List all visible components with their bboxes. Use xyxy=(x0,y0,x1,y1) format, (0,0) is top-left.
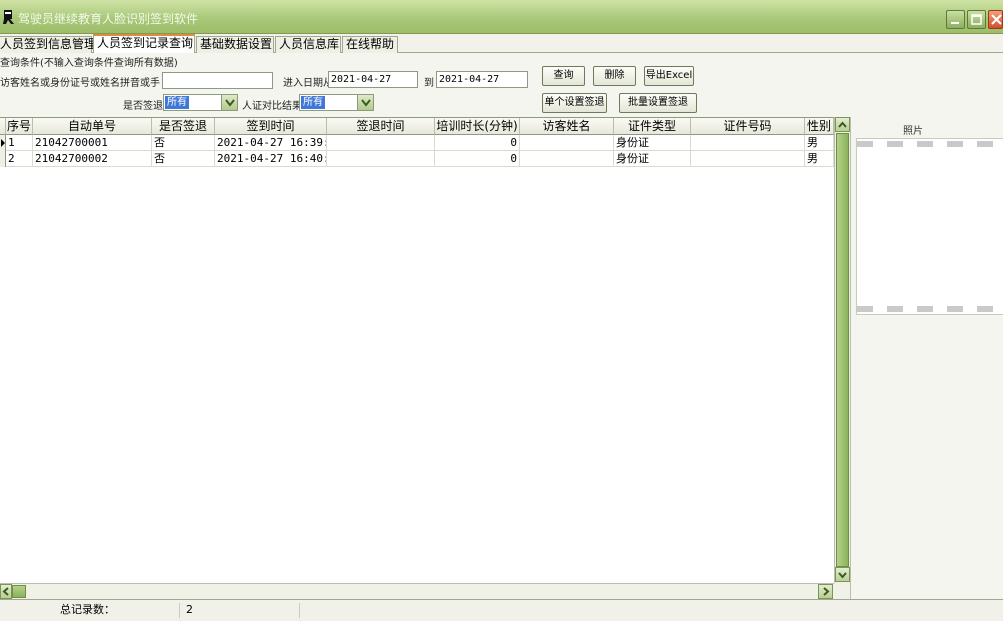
table-row[interactable]: 1 21042700001 否 2021-04-27 16:39:42 0 身份… xyxy=(0,135,834,151)
status-bar: 总记录数： 2 xyxy=(0,599,1003,621)
cell-id-no[interactable] xyxy=(691,135,805,151)
chevron-right-icon xyxy=(823,587,830,596)
export-excel-button[interactable]: 导出Excel xyxy=(644,66,694,86)
scroll-left-button[interactable] xyxy=(0,584,12,599)
photo-bottom-border xyxy=(857,306,1003,312)
table-row[interactable]: 2 21042700002 否 2021-04-27 16:40:27 0 身份… xyxy=(0,151,834,167)
visitor-label: 访客姓名或身份证号或姓名拼音或手 xyxy=(0,78,160,89)
scroll-right-button[interactable] xyxy=(818,584,833,599)
delete-button[interactable]: 删除 xyxy=(593,66,636,86)
photo-top-border xyxy=(857,141,1003,147)
col-header-gender[interactable]: 性别 xyxy=(805,118,834,135)
single-signout-button[interactable]: 单个设置签退 xyxy=(542,93,607,113)
grid-header: 序号 自动单号 是否签退 签到时间 签退时间 培训时长(分钟) 访客姓名 证件类… xyxy=(0,118,834,135)
minimize-button[interactable] xyxy=(946,10,965,29)
photo-label: 照片 xyxy=(903,126,923,137)
signout-filter-value: 所有 xyxy=(165,96,189,109)
photo-panel: 照片 xyxy=(850,117,1003,599)
grid-horizontal-scrollbar[interactable] xyxy=(0,583,834,599)
cell-duration[interactable]: 0 xyxy=(435,135,520,151)
app-icon xyxy=(3,10,14,24)
horizontal-scroll-thumb[interactable] xyxy=(12,585,26,598)
cell-id-no[interactable] xyxy=(691,151,805,167)
total-records-value: 2 xyxy=(180,603,300,618)
maximize-icon xyxy=(971,14,982,25)
cell-order-no[interactable]: 21042700001 xyxy=(33,135,152,151)
window-title: 驾驶员继续教育人脸识别签到软件 xyxy=(18,12,199,26)
tab-online-help[interactable]: 在线帮助 xyxy=(342,36,398,53)
tab-basic-settings[interactable]: 基础数据设置 xyxy=(196,36,274,53)
title-bar: 驾驶员继续教育人脸识别签到软件 xyxy=(0,0,1003,34)
cell-gender[interactable]: 男 xyxy=(805,151,834,167)
cell-signout-time[interactable] xyxy=(327,135,435,151)
chevron-down-icon[interactable] xyxy=(357,95,373,110)
query-panel: 查询条件(不输入查询条件查询所有数据) 访客姓名或身份证号或姓名拼音或手 进入日… xyxy=(0,53,1003,117)
vertical-scroll-thumb[interactable] xyxy=(836,133,849,567)
cell-name[interactable] xyxy=(520,151,614,167)
cell-seq[interactable]: 2 xyxy=(6,151,33,167)
compare-filter-select[interactable]: 所有 xyxy=(299,94,374,111)
minimize-icon xyxy=(951,22,959,24)
chevron-left-icon xyxy=(2,587,9,596)
maximize-button[interactable] xyxy=(967,10,986,29)
col-header-duration[interactable]: 培训时长(分钟) xyxy=(435,118,520,135)
cell-signed-out[interactable]: 否 xyxy=(152,135,215,151)
scroll-down-button[interactable] xyxy=(835,567,850,582)
date-to-input[interactable]: 2021-04-27 xyxy=(436,71,528,88)
date-from-input[interactable]: 2021-04-27 xyxy=(328,71,418,88)
signout-filter-label: 是否签退 xyxy=(123,101,163,112)
cell-signin-time[interactable]: 2021-04-27 16:40:27 xyxy=(215,151,327,167)
close-button[interactable] xyxy=(988,10,1003,29)
col-header-signin-time[interactable]: 签到时间 xyxy=(215,118,327,135)
tab-personnel-db[interactable]: 人员信息库 xyxy=(275,36,341,53)
cell-order-no[interactable]: 21042700002 xyxy=(33,151,152,167)
search-button[interactable]: 查询 xyxy=(542,66,585,86)
grid-vertical-scrollbar[interactable] xyxy=(834,117,850,583)
tab-signin-management[interactable]: 人员签到信息管理 xyxy=(0,36,96,53)
cell-id-type[interactable]: 身份证 xyxy=(614,151,691,167)
chevron-down-icon xyxy=(838,572,847,579)
photo-frame xyxy=(856,138,1003,315)
date-from-label: 进入日期从 xyxy=(283,78,333,89)
signout-filter-select[interactable]: 所有 xyxy=(163,94,238,111)
col-header-id-no[interactable]: 证件号码 xyxy=(691,118,805,135)
visitor-search-input[interactable] xyxy=(162,72,273,89)
total-records-label: 总记录数： xyxy=(0,603,180,618)
cell-duration[interactable]: 0 xyxy=(435,151,520,167)
col-header-order-no[interactable]: 自动单号 xyxy=(33,118,152,135)
compare-filter-value: 所有 xyxy=(301,96,325,109)
tab-bar: 人员签到信息管理 人员签到记录查询 基础数据设置 人员信息库 在线帮助 xyxy=(0,34,1003,53)
cell-signed-out[interactable]: 否 xyxy=(152,151,215,167)
date-to-label: 到 xyxy=(424,78,434,89)
col-header-name[interactable]: 访客姓名 xyxy=(520,118,614,135)
cell-seq[interactable]: 1 xyxy=(6,135,33,151)
chevron-up-icon xyxy=(838,121,847,128)
col-header-signout-time[interactable]: 签退时间 xyxy=(327,118,435,135)
cell-id-type[interactable]: 身份证 xyxy=(614,135,691,151)
col-header-signed-out[interactable]: 是否签退 xyxy=(152,118,215,135)
query-group-title: 查询条件(不输入查询条件查询所有数据) xyxy=(0,58,178,69)
tab-signin-records[interactable]: 人员签到记录查询 xyxy=(93,34,195,53)
col-header-id-type[interactable]: 证件类型 xyxy=(614,118,691,135)
chevron-down-icon[interactable] xyxy=(221,95,237,110)
records-grid: 序号 自动单号 是否签退 签到时间 签退时间 培训时长(分钟) 访客姓名 证件类… xyxy=(0,117,834,583)
cell-signin-time[interactable]: 2021-04-27 16:39:42 xyxy=(215,135,327,151)
compare-filter-label: 人证对比结果 xyxy=(242,101,302,112)
close-icon xyxy=(991,14,1002,25)
cell-name[interactable] xyxy=(520,135,614,151)
cell-gender[interactable]: 男 xyxy=(805,135,834,151)
batch-signout-button[interactable]: 批量设置签退 xyxy=(619,93,697,113)
scroll-up-button[interactable] xyxy=(835,117,850,132)
col-header-seq[interactable]: 序号 xyxy=(6,118,33,135)
cell-signout-time[interactable] xyxy=(327,151,435,167)
scrollbar-corner xyxy=(834,583,850,599)
